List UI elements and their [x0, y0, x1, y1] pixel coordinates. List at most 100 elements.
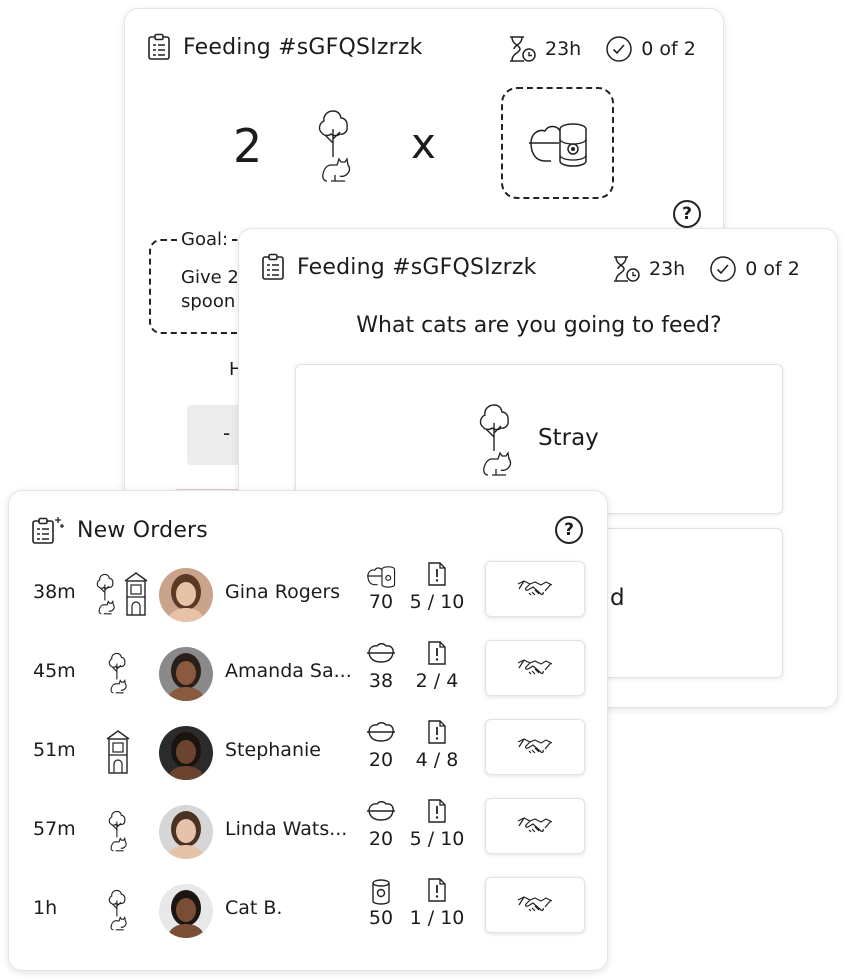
hourglass-clock-icon	[507, 35, 537, 63]
clipboard-icon	[261, 253, 285, 281]
hourglass-clock-icon	[611, 255, 641, 283]
food-quantity: 38	[368, 670, 394, 692]
customer-name: Gina Rogers	[225, 581, 341, 603]
option-label: Stray	[538, 425, 599, 451]
progress-text: 0 of 2	[641, 38, 696, 60]
order-row: 38m Gina Rogers 70 5 / 10	[9, 555, 609, 635]
task-count: 2 / 4	[415, 670, 459, 692]
shelter-icon	[105, 729, 131, 775]
cat-type	[105, 808, 131, 852]
progress: 0 of 2	[605, 35, 696, 63]
time-left-text: 23h	[649, 258, 686, 280]
food-selector[interactable]	[501, 87, 614, 199]
tree-cat-icon	[105, 650, 131, 694]
help-button[interactable]: ?	[555, 516, 583, 544]
card-title: Feeding #sGFQSIzrzk	[297, 254, 537, 280]
task-alert-icon	[427, 561, 447, 587]
handshake-icon	[517, 657, 553, 679]
goal-text-line2: spoon	[181, 291, 236, 312]
tree-cat-icon	[474, 399, 518, 477]
order-time: 51m	[33, 739, 76, 761]
card-header: Feeding #sGFQSIzrzk	[147, 33, 423, 61]
check-circle-icon	[709, 255, 737, 283]
goal-label: Goal:	[177, 229, 233, 250]
time-left: 23h	[611, 255, 685, 283]
bowl-icon	[366, 800, 396, 822]
card-meta: 23h 0 of 2	[507, 35, 696, 63]
food-quantity: 70	[368, 591, 394, 613]
tree-cat-icon	[105, 887, 131, 931]
card-title: Feeding #sGFQSIzrzk	[183, 34, 423, 60]
minus-label: -	[223, 421, 231, 445]
progress-text: 0 of 2	[745, 258, 800, 280]
task-alert-icon	[427, 640, 447, 666]
check-circle-icon	[605, 35, 633, 63]
bowl-icon	[366, 721, 396, 743]
avatar	[159, 726, 213, 780]
accept-order-button[interactable]	[485, 561, 585, 617]
cat-type	[105, 650, 131, 694]
multiplier-x: x	[411, 119, 436, 168]
task-count: 5 / 10	[409, 591, 465, 613]
task-alert-icon	[427, 798, 447, 824]
customer-name: Cat B.	[225, 897, 283, 919]
can-icon	[366, 879, 396, 905]
task-alert-icon	[427, 719, 447, 745]
order-row: 57m Linda Wats... 20 5 / 10	[9, 792, 609, 872]
cat-type	[105, 887, 131, 931]
order-row: 45m Amanda Sa... 38 2 / 4	[9, 634, 609, 714]
task-count: 5 / 10	[409, 828, 465, 850]
avatar	[159, 805, 213, 859]
task-count: 1 / 10	[409, 907, 465, 929]
card-header: Feeding #sGFQSIzrzk	[261, 253, 537, 281]
cat-type	[105, 729, 131, 775]
handshake-icon	[517, 736, 553, 758]
clipboard-icon	[147, 33, 171, 61]
avatar	[159, 884, 213, 938]
orders-title: New Orders	[77, 517, 208, 543]
tree-cat-icon	[105, 808, 131, 852]
shelter-icon	[123, 571, 149, 617]
handshake-icon	[517, 578, 553, 600]
bowl-can-icon	[366, 563, 396, 589]
orders-header: New Orders	[31, 515, 208, 545]
new-orders-card: New Orders ? 38m Gina Rogers 70 5 / 10 45m Am…	[8, 490, 608, 971]
goal-text-line1: Give 2	[181, 267, 239, 288]
order-row: 1h Cat B. 50 1 / 10	[9, 871, 609, 951]
quantity-number: 2	[233, 119, 263, 173]
order-time: 38m	[33, 581, 76, 603]
progress: 0 of 2	[709, 255, 800, 283]
handshake-icon	[517, 815, 553, 837]
bowl-icon	[366, 642, 396, 664]
task-alert-icon	[427, 877, 447, 903]
avatar	[159, 647, 213, 701]
tree-cat-icon	[313, 105, 357, 183]
bowl-can-icon	[527, 117, 589, 169]
cat-type	[93, 571, 149, 617]
help-button[interactable]: ?	[673, 200, 701, 228]
accept-order-button[interactable]	[485, 877, 585, 933]
clipboard-sparkle-icon	[31, 515, 65, 545]
customer-name: Linda Wats...	[225, 818, 348, 840]
option-label: d	[610, 585, 625, 611]
accept-order-button[interactable]	[485, 640, 585, 696]
order-row: 51m Stephanie 20 4 / 8	[9, 713, 609, 793]
customer-name: Stephanie	[225, 739, 321, 761]
avatar	[159, 568, 213, 622]
time-left: 23h	[507, 35, 581, 63]
time-left-text: 23h	[545, 38, 582, 60]
customer-name: Amanda Sa...	[225, 660, 352, 682]
accept-order-button[interactable]	[485, 719, 585, 775]
handshake-icon	[517, 894, 553, 916]
order-time: 45m	[33, 660, 76, 682]
food-quantity: 20	[368, 828, 394, 850]
order-time: 57m	[33, 818, 76, 840]
order-time: 1h	[33, 897, 58, 919]
task-count: 4 / 8	[415, 749, 459, 771]
accept-order-button[interactable]	[485, 798, 585, 854]
food-quantity: 50	[368, 907, 394, 929]
tree-cat-icon	[93, 571, 119, 617]
card-meta: 23h 0 of 2	[611, 255, 800, 283]
food-quantity: 20	[368, 749, 394, 771]
question-text: What cats are you going to feed?	[356, 313, 722, 338]
